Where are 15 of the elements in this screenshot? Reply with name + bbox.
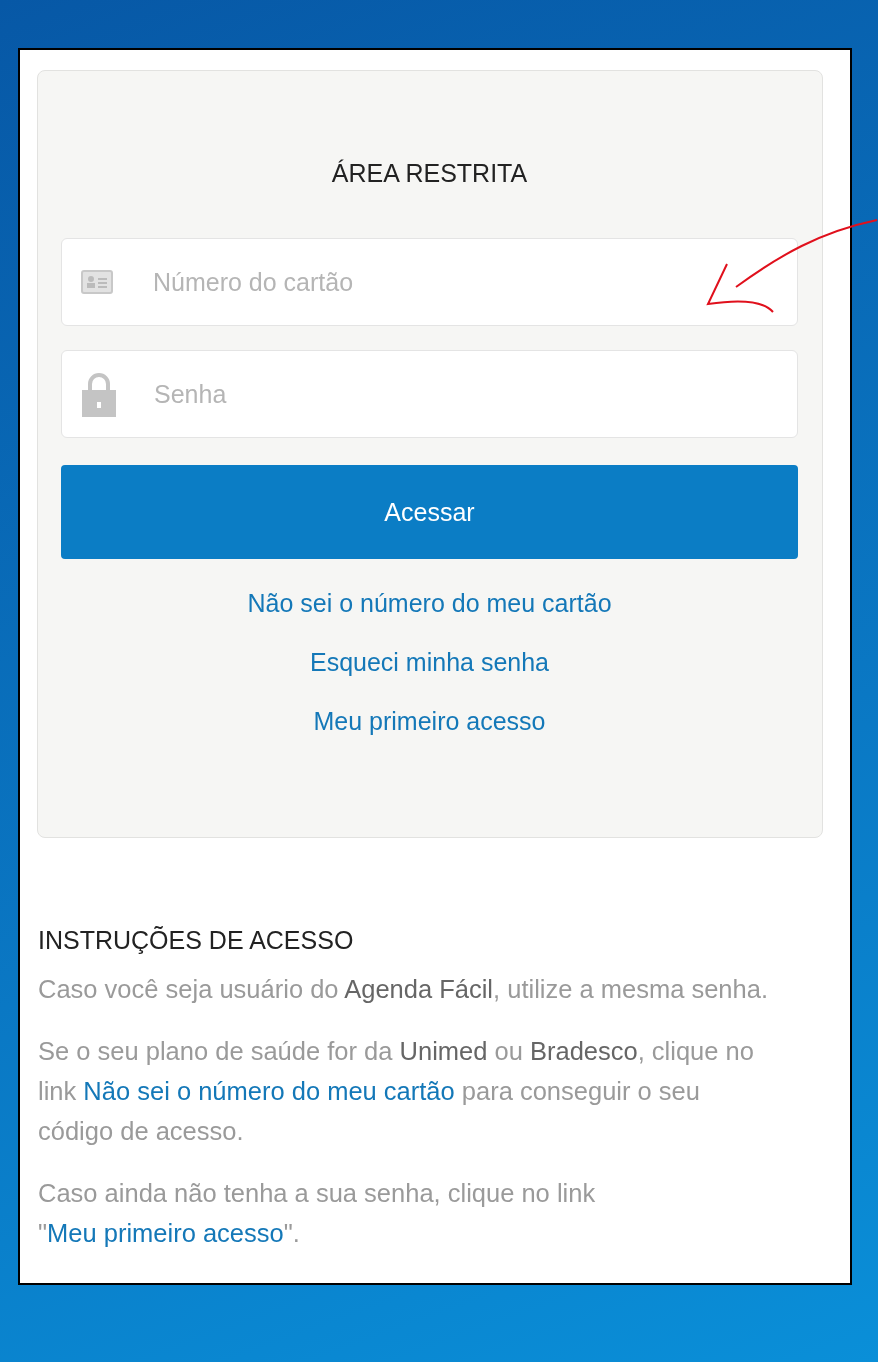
lock-icon [81,370,117,418]
instructions-paragraph: Se o seu plano de saúde for da Unimed ou Bradesco, clique no link Não sei o número do meu cartão para conseguir o seu código de acesso. [38,1036,755,1147]
help-link[interactable]: Esqueci minha senha [309,648,549,677]
help-link[interactable]: Não sei o número do meu cartão [247,589,612,618]
help-link[interactable]: Meu primeiro acesso [313,707,546,736]
id-card-icon [81,270,113,294]
login-button[interactable]: Acessar [61,465,798,559]
inline-link[interactable]: Meu primeiro acesso [47,1219,284,1247]
password-field[interactable]: Senha [61,350,798,438]
card-number-field[interactable]: Número do cartão [61,238,798,326]
inline-link[interactable]: Não sei o número do meu cartão [83,1077,455,1105]
login-title: ÁREA RESTRITA [330,159,529,188]
instructions-heading: INSTRUÇÕES DE ACESSO [38,926,355,955]
instructions-paragraph: Caso ainda não tenha a sua senha, clique no link "Meu primeiro acesso". [38,1178,597,1249]
instructions-paragraph: Caso você seja usuário do Agenda Fácil, utilize a mesma senha. [38,974,769,1005]
